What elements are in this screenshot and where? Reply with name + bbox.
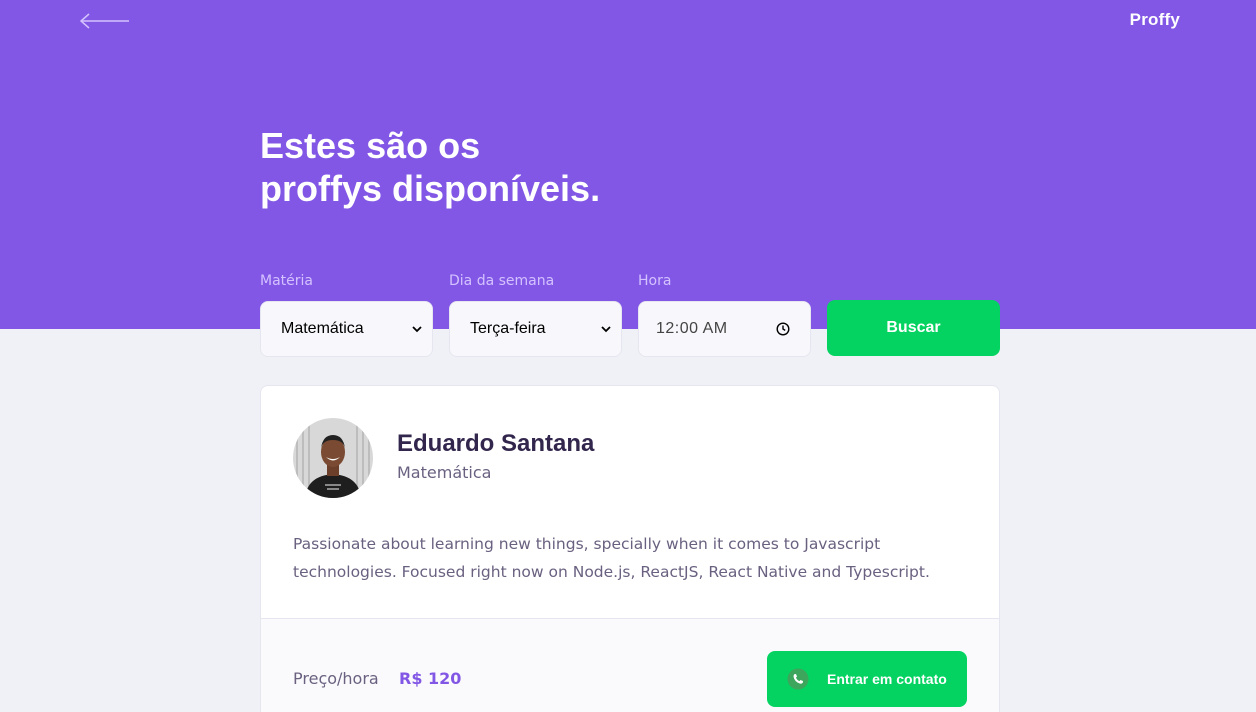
subject-field: Matéria Matemática bbox=[260, 270, 433, 357]
teacher-subject: Matemática bbox=[397, 463, 492, 482]
time-field: Hora 12:00 AM bbox=[638, 270, 811, 357]
weekday-label: Dia da semana bbox=[449, 273, 555, 289]
arrow-left-icon[interactable] bbox=[80, 12, 130, 30]
weekday-field: Dia da semana Terça-feira bbox=[449, 270, 622, 357]
whatsapp-icon bbox=[787, 668, 809, 690]
teacher-bio: Passionate about learning new things, sp… bbox=[293, 535, 930, 581]
price-label: Preço/hora bbox=[293, 669, 379, 688]
subject-value: Matemática bbox=[281, 320, 364, 337]
teacher-name: Eduardo Santana bbox=[397, 430, 595, 457]
search-form: Matéria Matemática Dia da semana Terça-f… bbox=[260, 270, 1000, 360]
time-value: 12:00 AM bbox=[656, 320, 728, 337]
subject-select[interactable]: Matemática bbox=[260, 301, 433, 357]
contact-label: Entrar em contato bbox=[827, 671, 947, 687]
time-label: Hora bbox=[638, 273, 672, 289]
chevron-down-icon bbox=[601, 326, 611, 333]
time-input[interactable]: 12:00 AM bbox=[638, 301, 811, 357]
search-button[interactable]: Buscar bbox=[827, 300, 1000, 356]
card-footer: Preço/hora R$ 120 Entrar em contato bbox=[261, 618, 999, 712]
title-line-1: Estes são os bbox=[260, 125, 481, 166]
price-value: R$ 120 bbox=[399, 669, 462, 688]
chevron-down-icon bbox=[412, 326, 422, 333]
weekday-value: Terça-feira bbox=[470, 320, 546, 337]
subject-label: Matéria bbox=[260, 273, 313, 289]
clock-icon[interactable] bbox=[776, 322, 790, 336]
weekday-select[interactable]: Terça-feira bbox=[449, 301, 622, 357]
title-line-2: proffys disponíveis. bbox=[260, 168, 601, 209]
teacher-card: Eduardo Santana Matemática Passionate ab… bbox=[260, 385, 1000, 712]
contact-button[interactable]: Entrar em contato bbox=[767, 651, 967, 707]
avatar bbox=[293, 418, 373, 498]
page-title: Estes são os proffys disponíveis. bbox=[260, 124, 760, 210]
logo: Proffy bbox=[1129, 10, 1180, 29]
